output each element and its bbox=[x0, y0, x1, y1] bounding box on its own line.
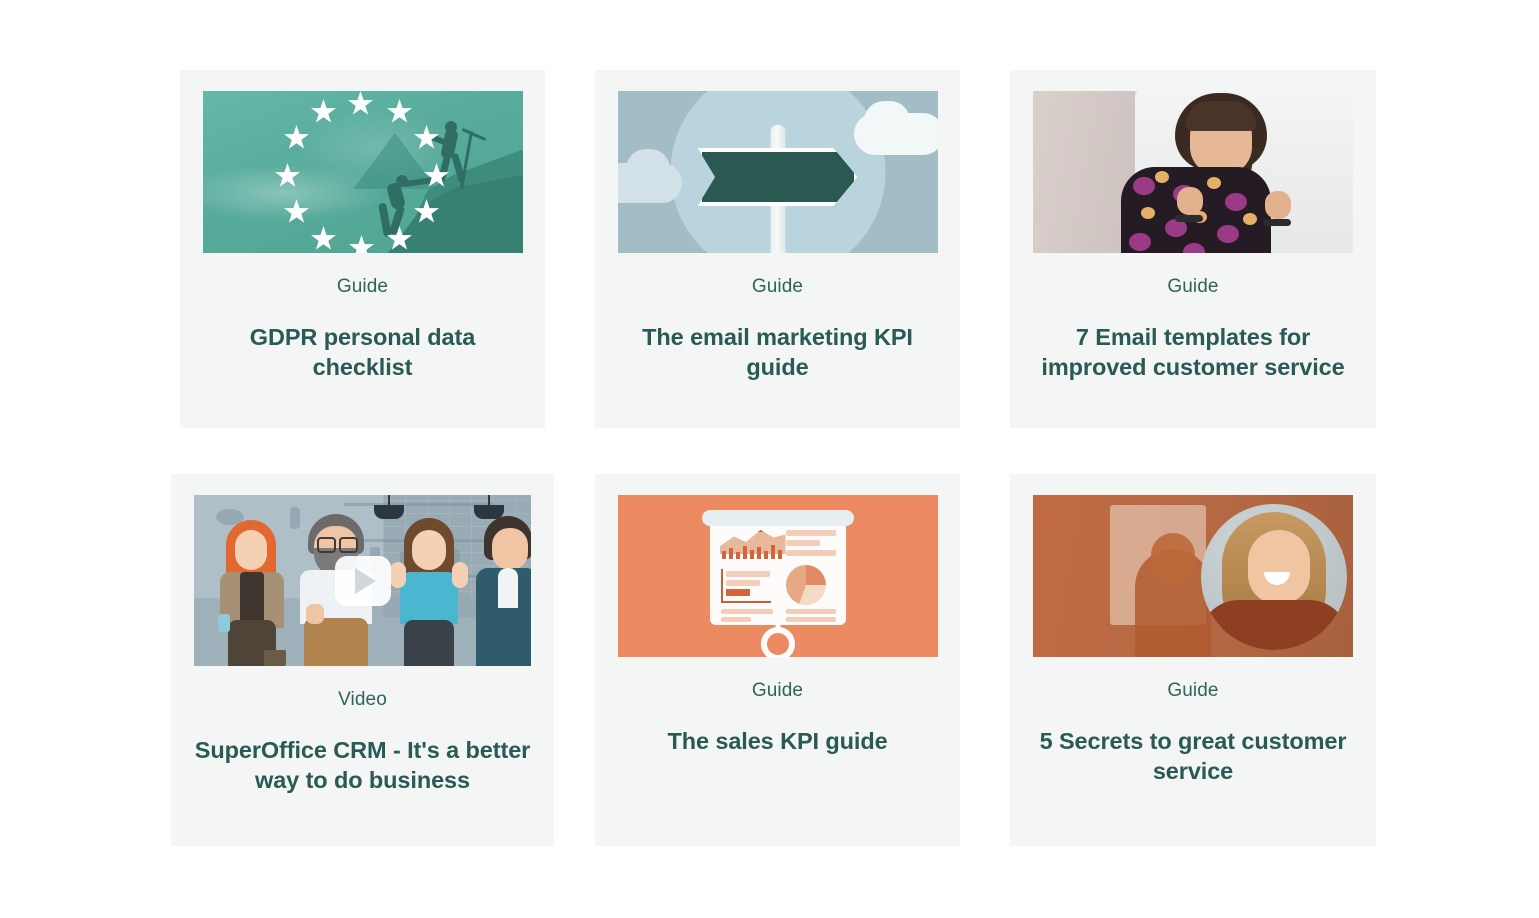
card-kicker: Guide bbox=[751, 276, 804, 297]
eu-star bbox=[349, 235, 374, 253]
text-line bbox=[720, 609, 773, 614]
resource-card-sales-kpi[interactable]: Guide The sales KPI guide bbox=[595, 474, 960, 846]
right-fist bbox=[1265, 191, 1291, 219]
left-fist bbox=[1177, 187, 1203, 215]
card-title[interactable]: 5 Secrets to great customer service bbox=[1031, 726, 1355, 786]
person-4 bbox=[476, 514, 531, 666]
person-3-thumb-right bbox=[452, 562, 468, 588]
resource-card-email-templates[interactable]: Guide 7 Email templates for improved cus… bbox=[1010, 70, 1376, 428]
column bbox=[770, 545, 775, 559]
person-1-bag bbox=[264, 650, 286, 666]
play-triangle bbox=[354, 567, 376, 594]
eu-star bbox=[311, 226, 336, 250]
column bbox=[749, 550, 754, 559]
hbar bbox=[725, 571, 770, 577]
person-3-top bbox=[400, 572, 458, 624]
climber-upper-head bbox=[444, 121, 457, 133]
pull-ring bbox=[760, 627, 795, 657]
resource-card-email-marketing-kpi[interactable]: Guide The email marketing KPI guide bbox=[595, 70, 960, 428]
text-line bbox=[785, 550, 836, 556]
gdpr-eu-stars-mountain-climbers-image[interactable] bbox=[202, 91, 523, 253]
person-1 bbox=[218, 516, 288, 666]
card-grid: Guide GDPR personal data checklist Guide… bbox=[171, 70, 1376, 846]
woman-laughing-photo[interactable] bbox=[1033, 495, 1353, 657]
text-line bbox=[720, 617, 751, 622]
person-1-top bbox=[240, 572, 264, 624]
signpost-clouds-illustration[interactable] bbox=[617, 91, 938, 253]
signpost-board bbox=[697, 148, 858, 206]
card-kicker: Guide bbox=[336, 276, 389, 297]
column bbox=[735, 552, 740, 559]
hbar-accent bbox=[725, 589, 750, 596]
column bbox=[756, 547, 761, 559]
wrist-band-left bbox=[1175, 215, 1203, 222]
hbar bbox=[725, 580, 760, 586]
woman-celebrating-photo[interactable] bbox=[1033, 91, 1353, 253]
axis-vertical bbox=[720, 569, 723, 603]
person-2-trousers bbox=[304, 618, 368, 666]
cloud-icon-left-puff bbox=[625, 149, 670, 189]
card-kicker: Guide bbox=[1167, 276, 1219, 297]
card-kicker: Guide bbox=[751, 680, 804, 701]
wrist-band-right bbox=[1263, 219, 1291, 226]
person-2-hand bbox=[306, 604, 324, 624]
person-4-shirt bbox=[498, 568, 518, 608]
card-kicker: Guide bbox=[1167, 680, 1219, 701]
shoulder bbox=[1201, 600, 1347, 650]
resource-card-gdpr[interactable]: Guide GDPR personal data checklist bbox=[180, 70, 545, 428]
person-3-face bbox=[412, 530, 446, 570]
hair-fringe bbox=[1186, 101, 1256, 131]
background-person-head bbox=[1151, 533, 1196, 583]
resource-card-grid-page: Guide GDPR personal data checklist Guide… bbox=[0, 0, 1539, 918]
text-line bbox=[785, 617, 836, 622]
text-line bbox=[785, 609, 836, 614]
face bbox=[1248, 530, 1310, 604]
person-2-glasses-left bbox=[317, 537, 336, 553]
column bbox=[777, 550, 782, 559]
portrait-circle bbox=[1201, 504, 1347, 650]
presentation-board-charts-illustration[interactable] bbox=[617, 495, 938, 657]
card-title[interactable]: SuperOffice CRM - It's a better way to d… bbox=[194, 735, 531, 795]
person-2-glasses-right bbox=[339, 537, 358, 553]
person-3-thumb-left bbox=[390, 562, 406, 588]
person-3 bbox=[390, 516, 468, 666]
card-title[interactable]: The sales KPI guide bbox=[667, 726, 887, 756]
resource-card-superoffice-video[interactable]: Video SuperOffice CRM - It's a better wa… bbox=[171, 474, 554, 846]
text-line bbox=[785, 540, 820, 546]
cartoon-team-video-thumbnail[interactable] bbox=[194, 495, 531, 666]
person-4-face bbox=[492, 528, 528, 570]
card-title[interactable]: 7 Email templates for improved customer … bbox=[1031, 322, 1355, 382]
cloud-icon-right-puff bbox=[863, 101, 910, 141]
person-1-face bbox=[235, 530, 267, 570]
pie-chart bbox=[785, 565, 826, 605]
text-line bbox=[785, 530, 836, 536]
column bbox=[742, 546, 747, 559]
axis-horizontal bbox=[720, 601, 771, 603]
presentation-screen bbox=[709, 517, 846, 625]
column bbox=[728, 548, 733, 559]
presentation-rail bbox=[701, 510, 854, 526]
column bbox=[763, 551, 768, 559]
shelf bbox=[344, 503, 494, 506]
resource-card-customer-service-secrets[interactable]: Guide 5 Secrets to great customer servic… bbox=[1010, 474, 1376, 846]
card-title[interactable]: The email marketing KPI guide bbox=[616, 322, 939, 382]
person-1-cup bbox=[218, 614, 230, 632]
column bbox=[721, 551, 726, 559]
person-3-trousers bbox=[404, 620, 454, 666]
play-icon[interactable] bbox=[334, 555, 391, 606]
card-kicker: Video bbox=[338, 689, 387, 710]
card-title[interactable]: GDPR personal data checklist bbox=[201, 322, 524, 382]
